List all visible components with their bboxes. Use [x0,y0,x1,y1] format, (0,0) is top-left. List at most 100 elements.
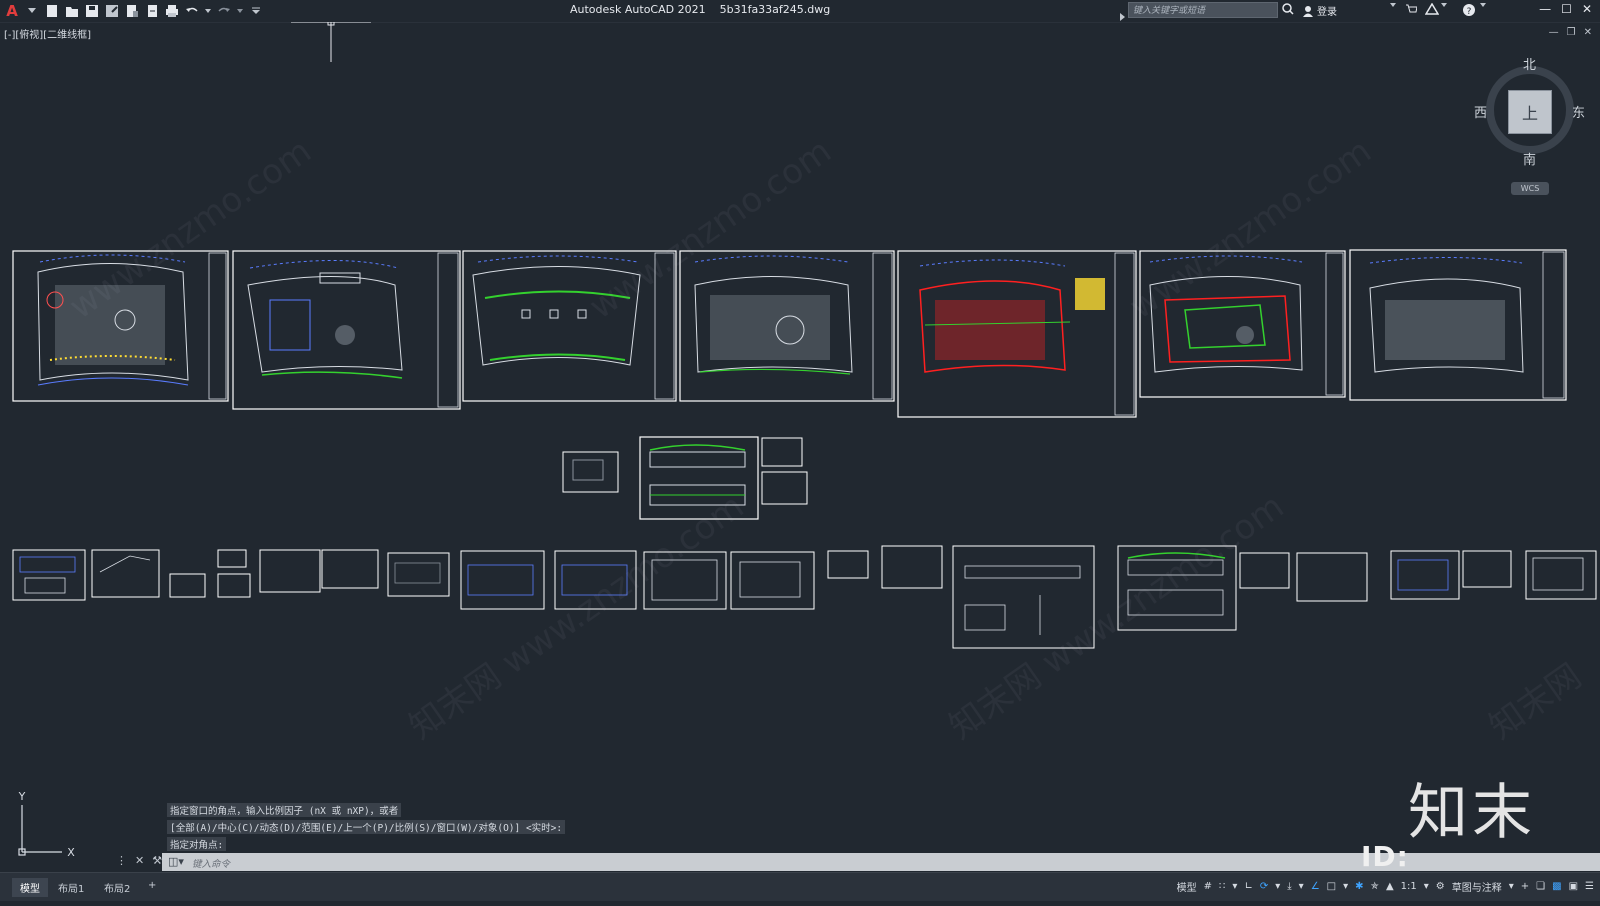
quick-access-toolbar: A [4,2,268,20]
brand-watermark: 知末 [1408,778,1536,848]
search-input[interactable]: 键入关键字或短语 [1128,2,1278,18]
login-dropdown-icon[interactable] [1390,3,1396,7]
workspace-switcher[interactable]: 草图与注释 [1452,879,1502,894]
status-toolbar: 模型 # ∷ ▾ ∟ ⟳ ▾ ⤓ ▾ ∠ □ ▾ ✱ ✯ ▲ 1:1 ▾ ⚙ 草… [1177,879,1594,894]
sheet-electrical-plan [897,250,1137,418]
open-web-icon[interactable] [124,3,140,19]
tab-layout1[interactable]: 布局1 [50,878,92,897]
plot-print-icon[interactable] [164,3,180,19]
ucs-icon: Y X [18,790,76,859]
maximize-icon[interactable]: ☐ [1561,2,1572,16]
viewcube-top-face[interactable]: 上 [1508,90,1552,134]
svg-text:X: X [67,846,75,859]
compass-east[interactable]: 东 [1572,102,1585,121]
add-layout-button[interactable]: + [140,878,164,893]
undo-dropdown-icon[interactable] [204,3,212,19]
auto-scale-icon[interactable]: ✯ [1371,881,1379,892]
crosshair-plus-icon[interactable]: + [1521,881,1529,892]
tab-layout2[interactable]: 布局2 [96,878,138,897]
autodesk-a360-icon[interactable] [1425,3,1439,15]
user-icon [1303,5,1313,17]
sheet-floor-finish-plan [1349,249,1567,401]
app-title: Autodesk AutoCAD 2021 [570,3,706,16]
clean-screen-icon[interactable]: ▣ [1569,881,1578,892]
crosshair-cursor [291,22,371,62]
chevron-down-icon[interactable] [24,3,40,19]
undo-icon[interactable] [184,3,200,19]
open-folder-icon[interactable] [64,3,80,19]
search-icon[interactable] [1282,3,1294,15]
a360-dropdown-icon[interactable] [1441,3,1447,7]
customize-command-icon[interactable]: ⚒ [152,854,162,867]
workspace-gear-icon[interactable]: ⚙ [1436,881,1445,892]
command-history-line-2: [全部(A)/中心(C)/动态(D)/范围(E)/上一个(P)/比例(S)/窗口… [167,820,566,834]
grid-icon[interactable]: # [1204,881,1212,892]
title-bar: A Autodesk AutoCAD 2021 5b31fa33af245.dw… [0,0,1600,23]
polar-dropdown-icon[interactable]: ▾ [1275,881,1280,892]
annotation-scale-icon[interactable]: ▲ [1386,881,1394,892]
recent-commands-icon[interactable]: ◫▾ [168,855,184,868]
command-line-controls: ⋮ ✕ ⚒ [116,854,162,867]
annotation-visibility-icon[interactable]: ✱ [1355,881,1363,892]
close-icon[interactable]: ✕ [1582,2,1592,16]
annotation-scale-value[interactable]: 1:1 [1401,881,1417,892]
grip-icon[interactable]: ⋮ [116,854,127,867]
svg-text:www.znzmo.com: www.znzmo.com [62,131,318,327]
redo-icon[interactable] [216,3,232,19]
save-icon[interactable] [84,3,100,19]
minimize-icon[interactable]: — [1539,2,1551,16]
sheet-row-detail-content [19,552,1584,635]
command-placeholder: 键入命令 [192,859,231,870]
login-label: 登录 [1317,7,1337,18]
sheet-furniture-plan [679,250,895,402]
window-title: Autodesk AutoCAD 2021 5b31fa33af245.dwg [570,3,830,16]
sheet-floor-plan-2 [232,250,461,410]
workspace-dropdown-icon[interactable]: ▾ [1509,881,1514,892]
snap-icon[interactable]: ∷ [1219,881,1225,892]
save-web-icon[interactable] [144,3,160,19]
hardware-acceleration-icon[interactable]: ▩ [1552,881,1561,892]
login-button[interactable]: 登录 [1302,3,1337,18]
logo-letter: A [6,2,18,20]
window-controls: — ☐ ✕ [1539,2,1592,16]
customization-menu-icon[interactable]: ☰ [1585,881,1594,892]
command-history-line-3: 指定对角点: [167,837,227,851]
svg-text:www.znzmo.com: www.znzmo.com [1122,131,1378,327]
autocad-logo-icon[interactable]: A [4,2,20,20]
compass-west[interactable]: 西 [1474,102,1487,121]
cart-icon[interactable] [1405,3,1417,15]
redo-dropdown-icon[interactable] [236,3,244,19]
isodraft-icon[interactable]: ⤓ [1287,881,1291,892]
customize-toolbar-icon[interactable] [248,3,264,19]
snap-dropdown-icon[interactable]: ▾ [1232,881,1237,892]
isolate-objects-icon[interactable]: ❏ [1536,881,1545,892]
file-name: 5b31fa33af245.dwg [719,3,831,16]
help-dropdown-icon[interactable] [1480,3,1486,7]
svg-text:Y: Y [18,790,26,803]
save-as-icon[interactable] [104,3,120,19]
isodraft-dropdown-icon[interactable]: ▾ [1299,881,1304,892]
new-file-icon[interactable] [44,3,60,19]
sheet-detail-small [562,451,619,493]
svg-text:?: ? [1467,7,1472,17]
tab-model[interactable]: 模型 [12,878,48,897]
model-space-button[interactable]: 模型 [1177,879,1197,894]
wcs-menu[interactable]: WCS [1511,182,1549,195]
object-snap-icon[interactable]: □ [1327,881,1336,892]
close-command-icon[interactable]: ✕ [135,854,144,867]
sheet-row-details [12,545,1597,649]
polar-tracking-icon[interactable]: ⟳ [1260,881,1268,892]
svg-text:知末网 www.znzmo.com: 知末网 www.znzmo.com [402,486,751,747]
status-bar: 模型 布局1 布局2 + 模型 # ∷ ▾ ∟ ⟳ ▾ ⤓ ▾ ∠ □ ▾ ✱ … [0,872,1600,901]
drawing-canvas[interactable]: www.znzmo.com www.znzmo.com www.znzmo.co… [0,22,1600,872]
object-snap-tracking-icon[interactable]: ∠ [1311,881,1320,892]
svg-text:知末网: 知末网 [1482,656,1588,747]
scale-dropdown-icon[interactable]: ▾ [1424,881,1429,892]
compass-north[interactable]: 北 [1523,54,1536,73]
compass-south[interactable]: 南 [1523,149,1536,168]
help-icon[interactable]: ? [1462,3,1476,17]
viewcube[interactable]: 上 北 南 西 东 [1474,58,1585,168]
command-history-line-1: 指定窗口的角点，输入比例因子 (nX 或 nXP)，或者 [167,803,402,817]
object-snap-dropdown-icon[interactable]: ▾ [1343,881,1348,892]
ortho-icon[interactable]: ∟ [1244,881,1252,892]
